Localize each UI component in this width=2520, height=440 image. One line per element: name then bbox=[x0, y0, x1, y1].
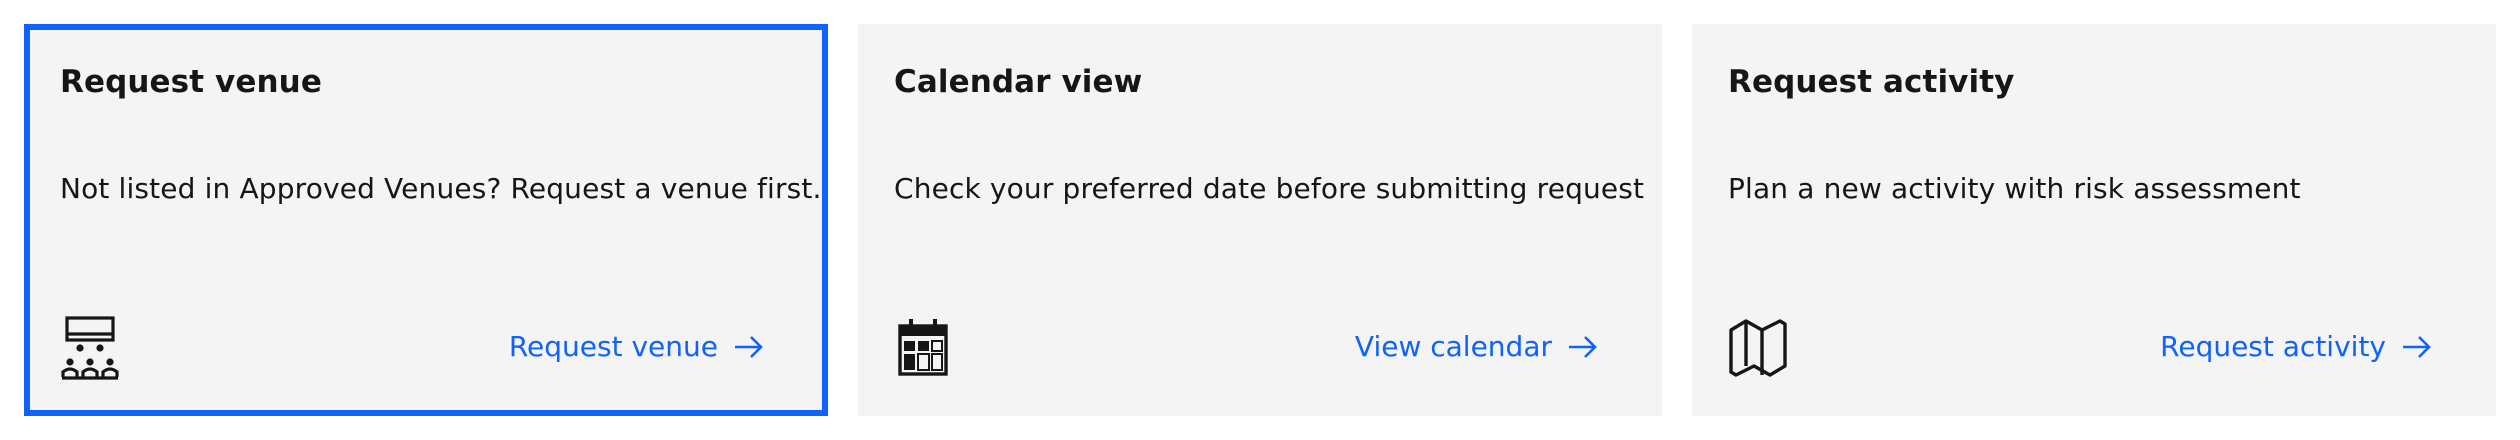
tile-title: Request venue bbox=[60, 64, 322, 100]
link-label: View calendar bbox=[1354, 330, 1552, 363]
tile-request-activity[interactable]: Request activity Plan a new activity wit… bbox=[1692, 24, 2496, 416]
calendar-icon bbox=[894, 316, 954, 380]
tile-calendar-view[interactable]: Calendar view Check your preferred date … bbox=[858, 24, 1662, 416]
map-icon bbox=[1728, 316, 1788, 380]
arrow-right-icon bbox=[1569, 335, 1597, 358]
tile-request-venue[interactable]: Request venue Not listed in Approved Ven… bbox=[24, 24, 828, 416]
link-label: Request venue bbox=[508, 330, 718, 363]
tile-description: Not listed in Approved Venues? Request a… bbox=[60, 172, 822, 205]
request-venue-link[interactable]: Request venue bbox=[509, 330, 764, 363]
request-activity-link[interactable]: Request activity bbox=[2160, 330, 2432, 363]
view-calendar-link[interactable]: View calendar bbox=[1355, 330, 1598, 363]
tile-description: Plan a new activity with risk assessment bbox=[1728, 172, 2301, 205]
tile-title: Request activity bbox=[1728, 64, 2015, 100]
tile-description: Check your preferred date before submitt… bbox=[894, 172, 1645, 205]
tile-group: Request venue Not listed in Approved Ven… bbox=[24, 24, 2496, 416]
arrow-right-icon bbox=[2403, 335, 2431, 358]
presentation-audience-icon bbox=[60, 316, 120, 380]
link-label: Request activity bbox=[2160, 330, 2386, 363]
tile-title: Calendar view bbox=[894, 64, 1143, 100]
arrow-right-icon bbox=[735, 335, 763, 358]
